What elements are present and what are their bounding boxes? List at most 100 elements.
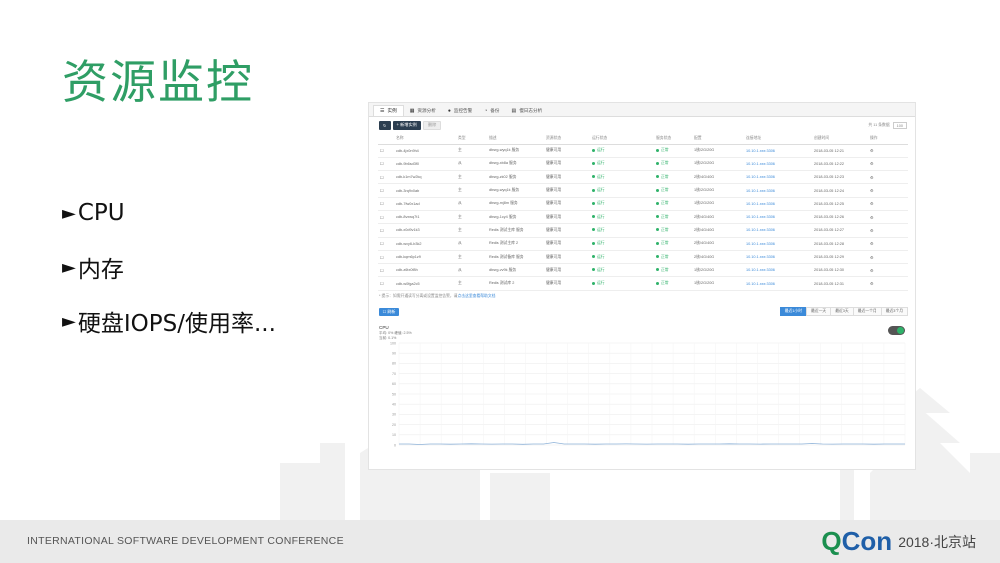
instance-name[interactable]: cdb-w0fga2c5	[394, 276, 456, 291]
list-icon: ☰	[380, 108, 385, 114]
status-dot-icon	[656, 148, 659, 152]
row-action-icon[interactable]: ⚙	[868, 210, 908, 225]
row-action-icon[interactable]: ⚙	[868, 223, 908, 238]
row-action-icon[interactable]: ⚙	[868, 276, 908, 291]
instance-name[interactable]: cdb-4jx0n9h4	[394, 144, 456, 158]
table-row[interactable]: ☐ cdb-9b6sd3f0 从 dbsrg-xb8a 服务 健康可用 运行 正常 1核/2G…	[378, 157, 908, 172]
instance-name[interactable]: cdb-3rq9x0ab	[394, 183, 456, 198]
status-dot-icon	[592, 241, 595, 245]
role: 主	[456, 210, 487, 225]
address[interactable]: 10.10.1.xxx:3306	[744, 210, 812, 225]
instance-name[interactable]: cdb-k1m7w2kq	[394, 170, 456, 185]
chart-toggle[interactable]	[888, 325, 905, 335]
resource-status: 健康可用	[544, 237, 590, 251]
tab-resource-analysis[interactable]: ▦ 资源分析	[404, 105, 442, 116]
tab-slow-log[interactable]: ▤ 慢日志分析	[505, 105, 548, 116]
row-action-icon[interactable]: ⚙	[868, 263, 908, 278]
table-row[interactable]: ☐ cdb-3rq9x0ab 主 dbsrg-wyq1k 服务 健康可用 运行 正常 1核/2…	[378, 183, 908, 198]
column-header: 名称	[394, 133, 456, 145]
refresh-button[interactable]: ↻	[379, 120, 391, 130]
column-header: 连接地址	[744, 133, 812, 145]
run-status: 运行	[590, 197, 654, 211]
table-row[interactable]: ☐ cdb-x0d9v1k3 主 Redis 测试主库 服务 健康可用 运行 正常 2核/4G…	[378, 223, 908, 238]
service-status: 正常	[654, 263, 692, 278]
address[interactable]: 10.10.1.xxx:3306	[744, 170, 812, 185]
description: Redis 测试主库 2	[487, 237, 544, 251]
table-row[interactable]: ☐ cdb-4jx0n9h4 主 dbsrg-wyq1k 服务 健康可用 运行 正常 1核/2…	[378, 144, 908, 158]
role: 从	[456, 197, 487, 211]
tab-alerts[interactable]: ● 监控告警	[442, 105, 478, 116]
add-instance-button[interactable]: + 新增实例	[392, 120, 421, 130]
monitor-toolbar: ☐ 刷新 最近1小时 最近一天 最近3天 最近一个月 最近3个月	[369, 305, 915, 321]
address[interactable]: 10.10.1.xxx:3306	[744, 197, 812, 211]
table-row[interactable]: ☐ cdb-z6tx0f8h 从 dbsrg-vv9k 服务 健康可用 运行 正常 1核/2G…	[378, 263, 908, 278]
table-row[interactable]: ☐ cdb-7fw0x1ad 从 dbsrg-mj8m 服务 健康可用 运行 正常 1核/2G…	[378, 197, 908, 211]
instance-name[interactable]: cdb-z6tx0f8h	[394, 263, 456, 278]
row-checkbox[interactable]: ☐	[378, 157, 394, 172]
address[interactable]: 10.10.1.xxx:3306	[744, 237, 812, 251]
row-checkbox[interactable]: ☐	[378, 223, 394, 238]
address[interactable]: 10.10.1.xxx:3306	[744, 144, 812, 158]
row-action-icon[interactable]: ⚙	[868, 250, 908, 265]
delete-button[interactable]: 删除	[422, 120, 442, 130]
row-checkbox[interactable]: ☐	[378, 210, 394, 225]
time-range-button[interactable]: 最近一天	[806, 306, 832, 316]
row-action-icon[interactable]: ⚙	[868, 157, 908, 172]
instance-name[interactable]: cdb-wvy6-b3k2	[394, 237, 456, 251]
address[interactable]: 10.10.1.xxx:3306	[744, 250, 812, 265]
row-action-icon[interactable]: ⚙	[868, 170, 908, 185]
table-row[interactable]: ☐ cdb-kqm6p1z9 主 Redis 测试备库 服务 健康可用 运行 正常 2核/4G…	[378, 250, 908, 265]
row-action-icon[interactable]: ⚙	[868, 197, 908, 211]
table-row[interactable]: ☐ cdb-k1m7w2kq 主 dbsrg-zk02 服务 健康可用 运行 正常 2核/4G…	[378, 170, 908, 185]
address[interactable]: 10.10.1.xxx:3306	[744, 276, 812, 291]
gauge-icon: ◔	[484, 107, 488, 114]
instance-name[interactable]: cdb-8vxwq7t1	[394, 210, 456, 225]
row-checkbox[interactable]: ☐	[378, 144, 394, 158]
created-time: 2018-03-05 12:23	[812, 170, 868, 185]
instance-name[interactable]: cdb-x0d9v1k3	[394, 223, 456, 238]
row-checkbox[interactable]: ☐	[378, 263, 394, 278]
address[interactable]: 10.10.1.xxx:3306	[744, 157, 812, 172]
run-status: 运行	[590, 183, 654, 198]
row-checkbox[interactable]: ☐	[378, 183, 394, 198]
run-status: 运行	[590, 263, 654, 278]
row-checkbox[interactable]: ☐	[378, 170, 394, 185]
table-toolbar: ↻ + 新增实例 删除 共 11 条数据 100	[369, 117, 915, 133]
tab-backup[interactable]: ◔ 备份	[478, 105, 505, 116]
row-checkbox[interactable]: ☐	[378, 250, 394, 265]
bullet-item: ► 内存	[62, 240, 276, 294]
monitor-refresh-button[interactable]: ☐ 刷新	[379, 307, 399, 316]
run-status: 运行	[590, 250, 654, 265]
time-range-button[interactable]: 最近1小时	[779, 306, 807, 316]
row-action-icon[interactable]: ⚙	[868, 144, 908, 158]
column-header: 服务状态	[654, 133, 692, 145]
row-checkbox[interactable]: ☐	[378, 276, 394, 291]
run-status: 运行	[590, 276, 654, 291]
table-row[interactable]: ☐ cdb-w0fga2c5 主 Redis 测试库 2 健康可用 运行 正常 1核/2G/2…	[378, 276, 908, 291]
row-checkbox[interactable]: ☐	[378, 197, 394, 211]
table-row[interactable]: ☐ cdb-wvy6-b3k2 从 Redis 测试主库 2 健康可用 运行 正常 2核/4G…	[378, 237, 908, 251]
instance-name[interactable]: cdb-7fw0x1ad	[394, 197, 456, 211]
tab-instances[interactable]: ☰ 实例	[373, 105, 404, 116]
row-action-icon[interactable]: ⚙	[868, 237, 908, 251]
instance-name[interactable]: cdb-9b6sd3f0	[394, 157, 456, 172]
help-link[interactable]: 点击这里查看帮助文档	[457, 294, 495, 298]
time-range-button[interactable]: 最近一个月	[852, 306, 882, 316]
address[interactable]: 10.10.1.xxx:3306	[744, 183, 812, 198]
column-header: 配置	[692, 133, 744, 145]
time-range-button[interactable]: 最近3天	[830, 306, 854, 316]
page-size-select[interactable]: 100	[892, 122, 907, 129]
status-dot-icon	[656, 255, 659, 259]
time-range-button[interactable]: 最近3个月	[880, 306, 908, 316]
column-header: 描述	[487, 133, 544, 145]
table-header-row: 名称 类型 描述 资源状态 运行状态 服务状态 配置 连接地址 创建时间 操作	[378, 133, 908, 145]
address[interactable]: 10.10.1.xxx:3306	[744, 223, 812, 238]
instance-name[interactable]: cdb-kqm6p1z9	[394, 250, 456, 265]
y-tick-label: 70	[392, 372, 396, 376]
pagination: 共 11 条数据 100	[868, 122, 907, 129]
address[interactable]: 10.10.1.xxx:3306	[744, 263, 812, 278]
row-action-icon[interactable]: ⚙	[868, 183, 908, 198]
row-checkbox[interactable]: ☐	[378, 237, 394, 251]
table-row[interactable]: ☐ cdb-8vxwq7t1 主 dbsrg-1cy4 服务 健康可用 运行 正常 2核/4G…	[378, 210, 908, 225]
log-icon: ▤	[511, 107, 517, 114]
